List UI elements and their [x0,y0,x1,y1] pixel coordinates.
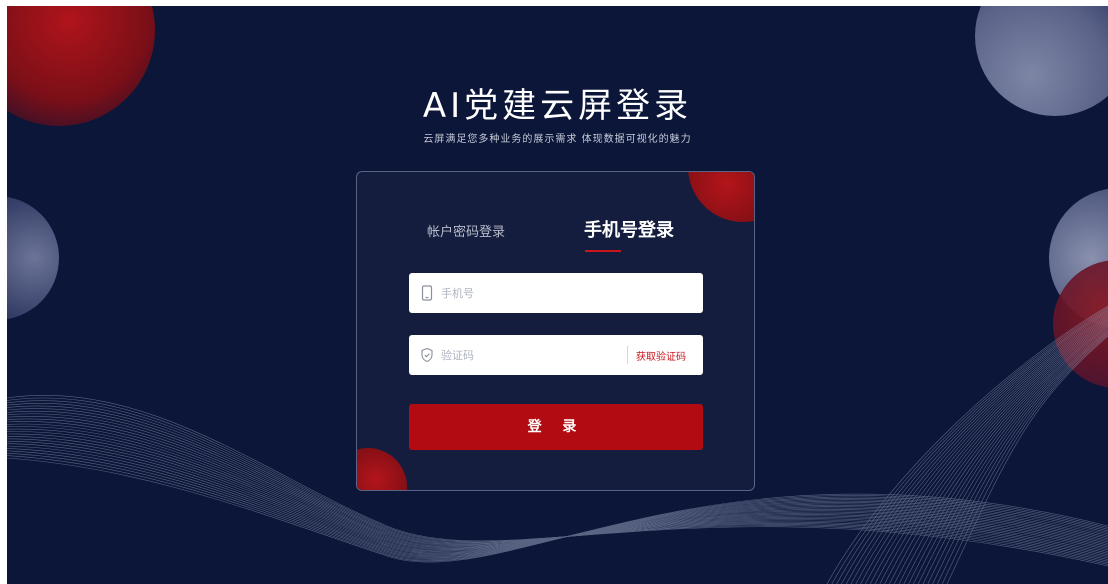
login-button[interactable]: 登 录 [409,404,703,450]
verification-code-input[interactable] [441,335,641,375]
login-page: AI党建云屏登录 云屏满足您多种业务的展示需求 体现数据可视化的魅力 帐户密码登… [7,6,1108,584]
mobile-phone-icon [421,285,433,301]
decor-circle-grey-left [7,196,59,320]
tab-account-password-login[interactable]: 帐户密码登录 [427,221,505,240]
login-card: 帐户密码登录 手机号登录 获取验证码 登 录 [356,171,755,491]
active-tab-indicator [585,250,621,252]
get-code-button[interactable]: 获取验证码 [636,348,686,363]
page-title: AI党建云屏登录 [422,86,693,126]
phone-input[interactable] [441,273,641,313]
phone-field[interactable] [409,273,703,313]
login-tabs: 帐户密码登录 手机号登录 [357,216,754,256]
field-divider [627,346,628,364]
tab-phone-login[interactable]: 手机号登录 [584,216,674,242]
page-subtitle: 云屏满足您多种业务的展示需求 体现数据可视化的魅力 [423,134,692,145]
shield-check-icon [421,347,433,363]
card-corner-decoration [357,448,407,490]
card-corner-decoration [688,172,754,222]
verification-code-field[interactable]: 获取验证码 [409,335,703,375]
